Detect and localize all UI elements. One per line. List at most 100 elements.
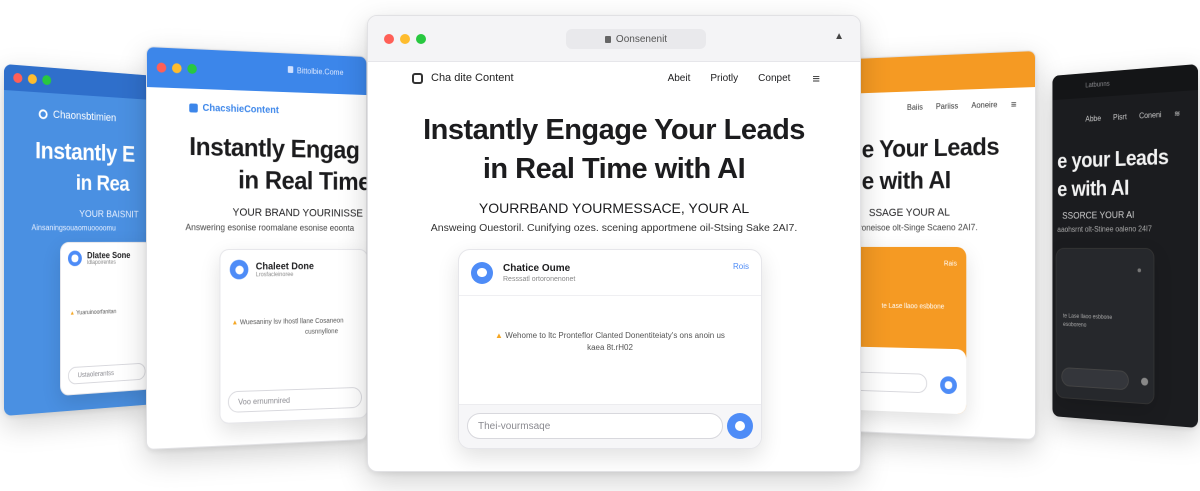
address-bar[interactable]: Oonsenenit [566, 29, 706, 49]
warning-icon: ▲ [69, 310, 75, 317]
minimize-dot[interactable] [400, 33, 410, 44]
tagline: SSAGE YOUR AL [868, 206, 950, 220]
close-dot[interactable] [384, 33, 394, 44]
chat-action[interactable]: Rois [733, 262, 749, 271]
left2-window: Bittolbie.Come ChacshieContent Instantly… [146, 46, 368, 450]
subtext: Answeing Ouestoril. Cunifying ozes. scen… [430, 222, 798, 234]
chat-title: Dlatee Sone [87, 250, 131, 261]
center-chat-card: Chatice Oume Resssatl ortoronenonet Rois… [458, 249, 762, 449]
chat-input[interactable] [1061, 367, 1129, 391]
nav-item[interactable]: Pariiss [936, 102, 958, 113]
headline-line-2: e with AI [861, 166, 951, 196]
chat-composer: Thei-vourmsaqe [459, 404, 761, 448]
chat-action[interactable]: Rais [944, 261, 957, 268]
center-titlebar: Oonsenenit ▲ [368, 16, 860, 62]
right1-chat-card: te Lase llaoo esbbone esoboreno [1055, 247, 1155, 405]
tagline: YOUR BRAND YOURINISSE [232, 206, 363, 220]
chat-input[interactable]: Ustaolerantss [67, 362, 146, 385]
nav-item-contact[interactable]: Conpet [758, 73, 790, 84]
headline-line-2: in Real Time with AI [482, 153, 746, 185]
nav-item[interactable]: Coneni [1139, 110, 1162, 120]
chat-title: Chatice Oume [503, 262, 571, 274]
chat-title: Chaleet Done [255, 260, 314, 272]
status-dot-icon [1137, 268, 1142, 273]
address-bar[interactable]: Latbunns [1085, 80, 1109, 89]
headline-line-2: e with AI [1057, 175, 1129, 202]
close-dot[interactable] [13, 72, 23, 84]
left1-window: Chaonsbtimien Instantly E in Rea YOUR BA… [4, 64, 153, 416]
center-window: Oonsenenit ▲ Cha dite Content Abeit Prio… [367, 15, 861, 472]
wifi-icon: ≋ [1174, 109, 1181, 119]
brand-name: ChacshieContent [202, 102, 279, 117]
headline-line-2: in Real Time [238, 164, 368, 196]
chat-input[interactable] [852, 371, 928, 394]
subtext: Answering esonise roomalane esonise eoon… [185, 222, 355, 233]
subtext: Ainsaningsouaomuoooomu [31, 223, 116, 233]
maximize-dot[interactable] [42, 74, 52, 86]
tagline: YOURRBAND YOURMESSACE, YOUR AL [478, 200, 750, 216]
logo-icon [412, 72, 423, 84]
chat-message: te Lase llaoo esbbone [881, 302, 945, 311]
chat-header: Dlatee Sone ldlapoirentes [61, 243, 152, 274]
nav-item[interactable]: Baiis [907, 103, 923, 114]
nav-item[interactable]: Pisrt [1113, 112, 1127, 122]
chat-input[interactable]: Voo ernumnired [227, 386, 362, 413]
tagline: YOUR BAISNIT [79, 209, 139, 221]
tagline: SSORCE YOUR AI [1062, 210, 1135, 222]
chat-message: ▲ Wehome to ltc Pronteflor Clanted Donen… [495, 331, 725, 352]
menu-icon[interactable]: ≡ [812, 71, 820, 86]
nav-item-priority[interactable]: Priotly [710, 73, 738, 84]
nav-item-about[interactable]: Abeit [668, 73, 691, 84]
send-button[interactable] [727, 413, 753, 439]
chat-input[interactable]: Thei-vourmsaqe [467, 413, 723, 439]
share-icon[interactable]: ▲ [834, 31, 844, 42]
warning-icon: ▲ [495, 331, 503, 340]
chat-subtitle: ldlapoirentes [87, 259, 116, 266]
left2-chat-card: Chaleet Done Lrosfacleinoree ▲ Wuesaniny… [219, 248, 368, 425]
chat-header: Chaleet Done Lrosfacleinoree [220, 250, 367, 289]
left1-chat-card: Dlatee Sone ldlapoirentes ▲ Yuaruinoorfa… [60, 241, 153, 396]
bot-avatar-icon [67, 250, 82, 267]
nav-item[interactable]: Abbe [1085, 114, 1101, 124]
logo-icon [38, 109, 48, 120]
chat-message: ▲ Wuesaniny lsv Ihostl llane Cosaneon cu… [231, 317, 344, 336]
chat-header: Chatice Oume Resssatl ortoronenonet Rois [459, 250, 761, 296]
left2-titlebar: Bittolbie.Come [146, 47, 367, 96]
headline-line-1: e Your Leads [861, 132, 1000, 164]
headline-line-2: in Rea [75, 170, 130, 196]
warning-icon: ▲ [231, 319, 239, 327]
chat-message: ▲ Yuaruinoorfanitan [69, 309, 117, 317]
chat-composer [845, 346, 967, 415]
headline-line-1: Instantly Engage Your Leads [423, 114, 805, 146]
bot-avatar-icon [229, 259, 249, 280]
center-navbar: Cha dite Content Abeit Priotly Conpet ≡ [368, 62, 860, 94]
lock-icon [287, 66, 294, 74]
address-bar[interactable]: Bittolbie.Come [287, 66, 343, 77]
headline-line-1: Instantly E [35, 137, 135, 168]
right1-window: Latbunns Abbe Pisrt Coneni ≋ e your Lead… [1052, 64, 1198, 428]
maximize-dot[interactable] [187, 63, 197, 75]
send-button[interactable] [940, 376, 957, 395]
headline-line-1: Instantly Engag [189, 131, 360, 165]
maximize-dot[interactable] [416, 33, 426, 44]
lock-icon [604, 35, 611, 43]
chat-message: te Lase llaoo esbbone esoboreno [1062, 313, 1113, 329]
subtext: aaohsrnt olt-Stinee oaleno 24I7 [1057, 224, 1152, 234]
send-button[interactable] [1141, 377, 1149, 386]
brand-name[interactable]: Cha dite Content [431, 72, 514, 84]
brand-name: Chaonsbtimien [52, 108, 117, 125]
logo-icon [189, 103, 198, 113]
subtext: aparoneisoe olt-Singe Scaeno 2AI7. [845, 222, 978, 233]
right2-chat-card: Rais te Lase llaoo esbbone [845, 246, 967, 415]
headline-line-1: e your Leads [1057, 144, 1169, 173]
right2-window: Baiis Pariiss Aoneire ≡ e Your Leads e w… [841, 50, 1036, 440]
menu-icon[interactable]: ≡ [1011, 100, 1017, 111]
chat-subtitle: Lrosfacleinoree [255, 271, 294, 278]
minimize-dot[interactable] [172, 63, 182, 74]
bot-avatar-icon [471, 261, 493, 284]
close-dot[interactable] [156, 62, 167, 73]
nav-item[interactable]: Aoneire [971, 100, 997, 112]
chat-subtitle: Resssatl ortoronenonet [503, 275, 576, 283]
right2-titlebar [842, 51, 1036, 94]
minimize-dot[interactable] [27, 73, 37, 85]
